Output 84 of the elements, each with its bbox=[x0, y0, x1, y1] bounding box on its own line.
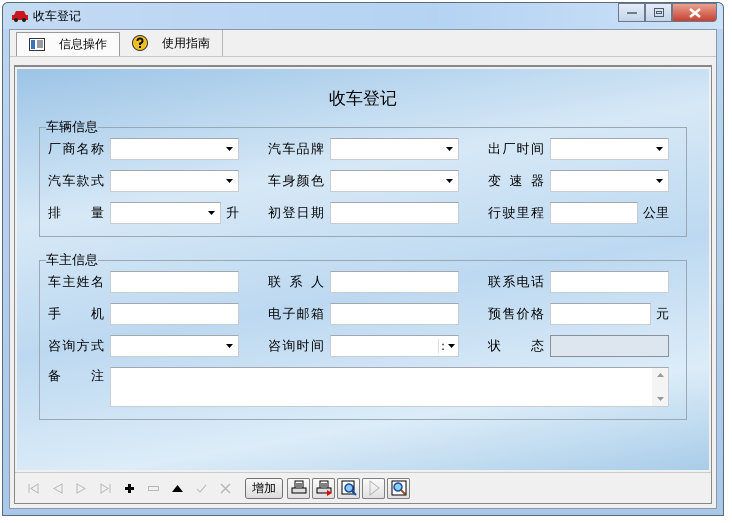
field-label: 状 态 bbox=[488, 338, 544, 355]
input-field[interactable] bbox=[550, 303, 651, 325]
window-title: 收车登记 bbox=[33, 8, 81, 24]
input-field[interactable] bbox=[550, 202, 638, 224]
field-label: 车主姓名 bbox=[48, 274, 104, 291]
field-label: 厂商名称 bbox=[48, 141, 104, 158]
help-icon bbox=[132, 35, 148, 51]
text-area[interactable] bbox=[110, 367, 669, 407]
dropdown-arrow-icon[interactable] bbox=[226, 147, 233, 151]
unit-label: 元 bbox=[656, 306, 669, 323]
dropdown-arrow-icon[interactable] bbox=[446, 179, 453, 183]
last-record-icon bbox=[100, 482, 110, 494]
dropdown-field[interactable] bbox=[330, 138, 459, 160]
magnifier-icon bbox=[340, 480, 356, 496]
up-triangle-icon bbox=[172, 482, 182, 494]
input-field[interactable] bbox=[330, 202, 459, 224]
tab[interactable]: 信息操作 bbox=[16, 32, 120, 56]
field-label: 咨询方式 bbox=[48, 338, 104, 355]
dropdown-arrow-icon[interactable] bbox=[226, 344, 233, 348]
dropdown-field[interactable] bbox=[110, 138, 239, 160]
scrollbar[interactable] bbox=[652, 368, 668, 406]
dropdown-field[interactable] bbox=[110, 335, 239, 357]
field-label: 出厂时间 bbox=[488, 141, 544, 158]
dropdown-arrow-icon[interactable] bbox=[208, 211, 215, 215]
maximize-button[interactable] bbox=[645, 3, 672, 22]
first-record-icon bbox=[28, 482, 38, 494]
time-separator: : bbox=[438, 339, 445, 353]
field-label: 手 机 bbox=[48, 306, 104, 323]
print-button[interactable] bbox=[312, 478, 335, 498]
field-label: 排 量 bbox=[48, 205, 104, 222]
previous-icon bbox=[52, 482, 62, 494]
field-label: 咨询时间 bbox=[268, 338, 324, 355]
printer-icon bbox=[290, 480, 306, 496]
field-label: 联 系 人 bbox=[268, 274, 324, 291]
dropdown-field[interactable] bbox=[550, 170, 669, 192]
close-button[interactable] bbox=[672, 3, 717, 22]
cancel-icon bbox=[220, 482, 230, 494]
dropdown-field[interactable] bbox=[330, 170, 459, 192]
input-field[interactable] bbox=[110, 303, 239, 325]
preview-button[interactable] bbox=[337, 478, 360, 498]
form-icon bbox=[29, 38, 45, 51]
dropdown-field[interactable] bbox=[110, 202, 221, 224]
close-icon bbox=[688, 8, 700, 18]
dropdown-arrow-icon[interactable] bbox=[226, 179, 233, 183]
group-legend: 车主信息 bbox=[46, 251, 98, 269]
car-icon bbox=[11, 10, 29, 22]
plus-icon bbox=[124, 482, 134, 494]
field-label: 电子邮箱 bbox=[268, 306, 324, 323]
printer-icon bbox=[316, 480, 332, 496]
dropdown-field[interactable] bbox=[110, 170, 239, 192]
field-label: 行驶里程 bbox=[488, 205, 544, 222]
maximize-icon bbox=[654, 8, 664, 17]
magnifier-icon bbox=[390, 480, 406, 496]
input-field[interactable] bbox=[330, 271, 459, 293]
minimize-button[interactable] bbox=[618, 3, 645, 22]
field-label: 汽车品牌 bbox=[268, 141, 324, 158]
dropdown-arrow-icon[interactable] bbox=[448, 344, 455, 348]
input-field[interactable] bbox=[110, 271, 239, 293]
time-field[interactable]: : bbox=[330, 335, 459, 357]
print-button[interactable] bbox=[287, 478, 310, 498]
form-title: 收车登记 bbox=[328, 88, 398, 110]
field-label: 联系电话 bbox=[488, 274, 544, 291]
dropdown-arrow-icon[interactable] bbox=[446, 147, 453, 151]
group-legend: 车辆信息 bbox=[46, 118, 98, 136]
scroll-up-icon[interactable] bbox=[656, 373, 664, 377]
search-button[interactable] bbox=[387, 478, 410, 498]
check-icon bbox=[196, 482, 206, 494]
dropdown-arrow-icon[interactable] bbox=[656, 179, 663, 183]
field-label: 汽车款式 bbox=[48, 173, 104, 190]
field-label: 初登日期 bbox=[268, 205, 324, 222]
field-label: 变 速 器 bbox=[488, 173, 544, 190]
minimize-icon bbox=[626, 10, 636, 14]
input-field[interactable] bbox=[330, 303, 459, 325]
field-label: 备 注 bbox=[48, 368, 104, 385]
field-label: 预售价格 bbox=[488, 306, 544, 323]
dropdown-field[interactable] bbox=[550, 138, 669, 160]
dropdown-arrow-icon[interactable] bbox=[656, 147, 663, 151]
unit-label: 公里 bbox=[643, 205, 669, 222]
next-icon bbox=[76, 482, 86, 494]
unit-label: 升 bbox=[226, 205, 239, 222]
scroll-down-icon[interactable] bbox=[656, 397, 664, 401]
input-field[interactable] bbox=[550, 271, 669, 293]
field-label: 车身颜色 bbox=[268, 173, 324, 190]
add-button[interactable]: 增加 bbox=[245, 478, 283, 498]
